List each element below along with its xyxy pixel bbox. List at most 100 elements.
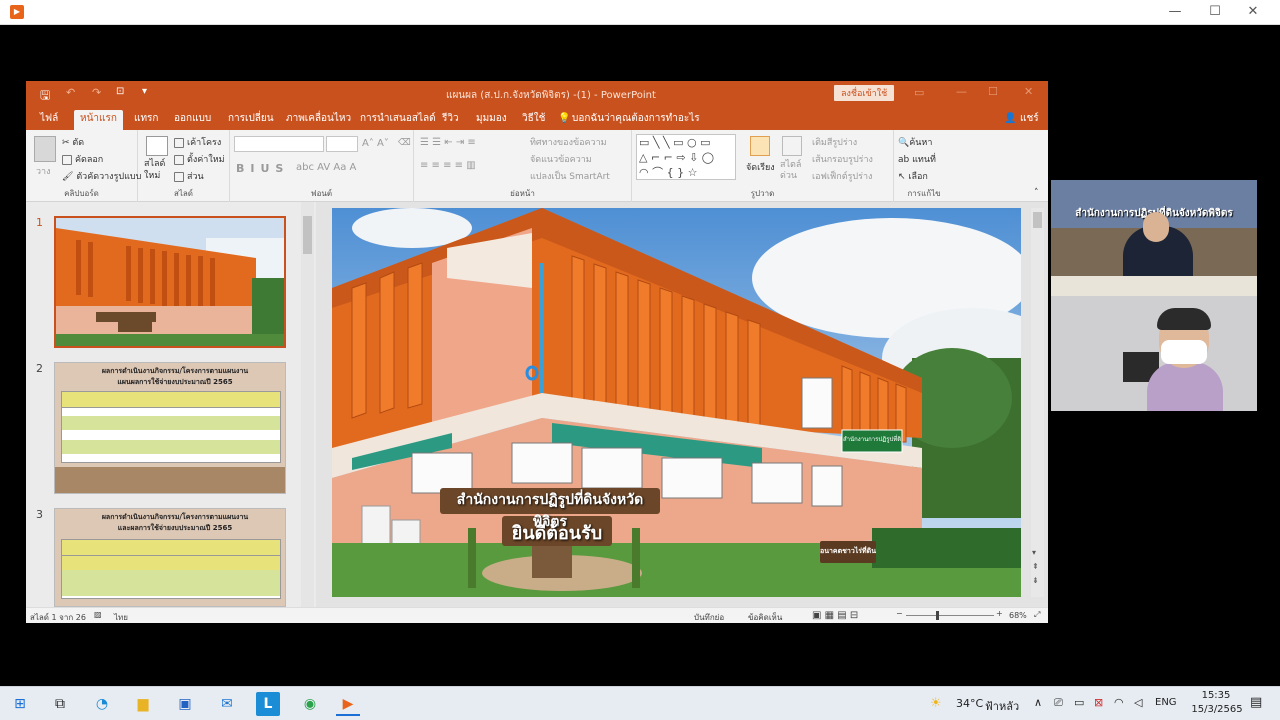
mail-icon[interactable]: ✉ — [215, 692, 239, 716]
participant-video-1[interactable]: สำนักงานการปฏิรูปที่ดินจังหวัดพิจิตร — [1051, 180, 1257, 296]
close-button[interactable]: ✕ — [1240, 3, 1266, 21]
zoom-out-button[interactable]: − — [896, 609, 903, 618]
ppt-maximize-button[interactable]: ☐ — [988, 85, 998, 98]
prev-slide-icon[interactable]: ⇞ — [1032, 562, 1039, 571]
tab-design[interactable]: ออกแบบ — [168, 110, 217, 130]
chrome-icon[interactable]: ◉ — [298, 692, 322, 716]
view-buttons[interactable]: ▣ ▦ ▤ ⊟ — [812, 610, 858, 621]
weather-desc[interactable]: ฟ้าหลัว — [985, 697, 1019, 715]
shape-fill-button[interactable]: เติมสีรูปร่าง — [812, 135, 857, 149]
text-format-buttons[interactable]: BIUS — [236, 162, 289, 175]
tab-animations[interactable]: ภาพเคลื่อนไหว — [280, 110, 357, 130]
present-icon[interactable]: ⊡ — [116, 86, 124, 97]
tab-transitions[interactable]: การเปลี่ยน — [222, 110, 280, 130]
increase-font-icon[interactable]: A˄ A˅ — [362, 138, 389, 149]
slide-scrollbar[interactable]: ▾ ⇞ ⇟ — [1031, 208, 1044, 597]
ribbon-display-icon[interactable]: ▭ — [914, 86, 924, 99]
active-app-icon[interactable]: ▶ — [336, 692, 360, 716]
clock-date[interactable]: 15/3/2565 — [1186, 704, 1248, 715]
slide-thumbnail-2[interactable]: ผลการดำเนินงานกิจกรรม/โครงการตามแผนงาน แ… — [54, 362, 286, 494]
language-status[interactable]: ไทย — [114, 611, 128, 624]
quick-styles-button[interactable]: สไตล์ด่วน — [780, 160, 804, 182]
paste-button[interactable]: วาง — [36, 164, 51, 178]
ppt-minimize-button[interactable]: — — [956, 85, 967, 98]
slide-thumbnail-1[interactable] — [54, 216, 286, 348]
clock-time[interactable]: 15:35 — [1196, 690, 1236, 701]
shapes-gallery[interactable]: ▭ ╲ ╲ ▭ ○ ▭ △ ⌐ ⌐ ⇨ ⇩ ◯ ◠ ⌒ { } ☆ — [636, 134, 736, 180]
quick-styles-icon[interactable] — [782, 136, 802, 156]
zoom-slider-thumb[interactable] — [936, 611, 939, 620]
scroll-thumb[interactable] — [303, 216, 312, 254]
participant-video-2[interactable] — [1051, 296, 1257, 411]
ppt-close-button[interactable]: ✕ — [1024, 85, 1033, 98]
windows-start-icon[interactable]: ⊞ — [8, 692, 32, 716]
line-app-icon[interactable]: L — [256, 692, 280, 716]
replace-button[interactable]: ab แทนที่ — [898, 152, 936, 166]
select-button[interactable]: ↖ เลือก — [898, 169, 928, 183]
slide-canvas[interactable]: สำนักงานการปฏิรูปที่ดินจังหวัดพิจิตร ยิน… — [332, 208, 1021, 597]
maximize-button[interactable]: ☐ — [1202, 3, 1228, 21]
scroll-down-arrow-icon[interactable]: ▾ — [1032, 548, 1036, 557]
align-text-button[interactable]: จัดแนวข้อความ — [530, 152, 592, 166]
format-painter-button[interactable]: 🖌 ตัวคัดวางรูปแบบ — [62, 169, 141, 183]
layout-button[interactable]: เค้าโครง — [174, 135, 221, 149]
shape-effects-button[interactable]: เอฟเฟ็กต์รูปร่าง — [812, 169, 872, 183]
section-button[interactable]: ส่วน — [174, 169, 204, 183]
tab-file[interactable]: ไฟล์ — [34, 110, 64, 130]
shape-outline-button[interactable]: เส้นกรอบรูปร่าง — [812, 152, 873, 166]
minimize-button[interactable]: — — [1162, 3, 1188, 21]
meet-now-icon[interactable]: ⎚ — [1054, 696, 1063, 710]
char-spacing-icon[interactable]: abc AV Aa A — [296, 162, 356, 173]
weather-temp[interactable]: 34°C — [956, 697, 983, 710]
zoom-slider[interactable] — [906, 615, 994, 616]
new-slide-icon[interactable] — [146, 136, 168, 156]
next-slide-icon[interactable]: ⇟ — [1032, 576, 1039, 585]
thumbnails-scrollbar[interactable] — [301, 202, 314, 607]
spellcheck-icon[interactable]: ▨ — [94, 610, 102, 619]
zoom-level[interactable]: 68% — [1009, 611, 1027, 620]
fit-slide-icon[interactable]: ⤢ — [1034, 610, 1040, 620]
reset-button[interactable]: ตั้งค่าใหม่ — [174, 152, 225, 166]
tell-me-search[interactable]: บอกฉันว่าคุณต้องการทำอะไร — [566, 110, 706, 130]
notes-button[interactable]: บันทึกย่อ — [694, 611, 724, 624]
undo-icon[interactable]: ↶ — [66, 86, 75, 99]
app-tray-icon[interactable]: ⊠ — [1094, 696, 1103, 709]
tab-view[interactable]: มุมมอง — [470, 110, 513, 130]
collapse-ribbon-icon[interactable]: ˄ — [1034, 188, 1039, 198]
signin-button[interactable]: ลงชื่อเข้าใช้ — [834, 85, 895, 101]
smartart-button[interactable]: แปลงเป็น SmartArt — [530, 169, 610, 183]
list-buttons[interactable]: ☰ ☰ ⇤ ⇥ ≡ — [420, 137, 476, 148]
tab-review[interactable]: รีวิว — [436, 110, 465, 130]
redo-icon[interactable]: ↷ — [92, 86, 101, 99]
share-button[interactable]: แชร์ — [1014, 110, 1045, 130]
store-icon[interactable]: ▣ — [173, 692, 197, 716]
cut-button[interactable]: ✂ ตัด — [62, 135, 84, 149]
slide-scroll-thumb[interactable] — [1033, 212, 1042, 228]
edge-icon[interactable]: ◔ — [90, 692, 114, 716]
comments-button[interactable]: ข้อคิดเห็น — [748, 611, 782, 624]
tray-overflow-icon[interactable]: ∧ — [1034, 696, 1042, 709]
text-direction-button[interactable]: ทิศทางของข้อความ — [530, 135, 607, 149]
arrange-button[interactable]: จัดเรียง — [746, 160, 775, 174]
input-language[interactable]: ENG — [1155, 697, 1177, 708]
font-size-select[interactable] — [326, 136, 358, 152]
save-icon[interactable]: 🖫 — [40, 86, 50, 107]
align-buttons[interactable]: ≡ ≡ ≡ ≡ ▥ — [420, 160, 476, 171]
zoom-in-button[interactable]: + — [996, 609, 1003, 618]
wifi-icon[interactable]: ◠ — [1114, 696, 1124, 709]
arrange-icon[interactable] — [750, 136, 770, 156]
tab-home[interactable]: หน้าแรก — [74, 110, 123, 130]
new-slide-button[interactable]: สไลด์ใหม่ — [144, 158, 172, 182]
customize-qat-icon[interactable]: ▾ — [142, 86, 147, 97]
battery-icon[interactable]: ▭ — [1074, 696, 1084, 709]
notification-icon[interactable]: ▤ — [1250, 695, 1262, 710]
volume-icon[interactable]: ◁ — [1134, 696, 1142, 709]
paste-icon[interactable] — [34, 136, 56, 162]
find-button[interactable]: 🔍ค้นหา — [898, 135, 932, 149]
tab-insert[interactable]: แทรก — [128, 110, 164, 130]
copy-button[interactable]: คัดลอก — [62, 152, 103, 166]
clear-format-icon[interactable]: ⌫ — [398, 138, 411, 148]
task-view-icon[interactable]: ⧉ — [48, 692, 72, 716]
tab-slideshow[interactable]: การนำเสนอสไลด์ — [354, 110, 442, 130]
tab-help[interactable]: วิธีใช้ — [516, 110, 551, 130]
